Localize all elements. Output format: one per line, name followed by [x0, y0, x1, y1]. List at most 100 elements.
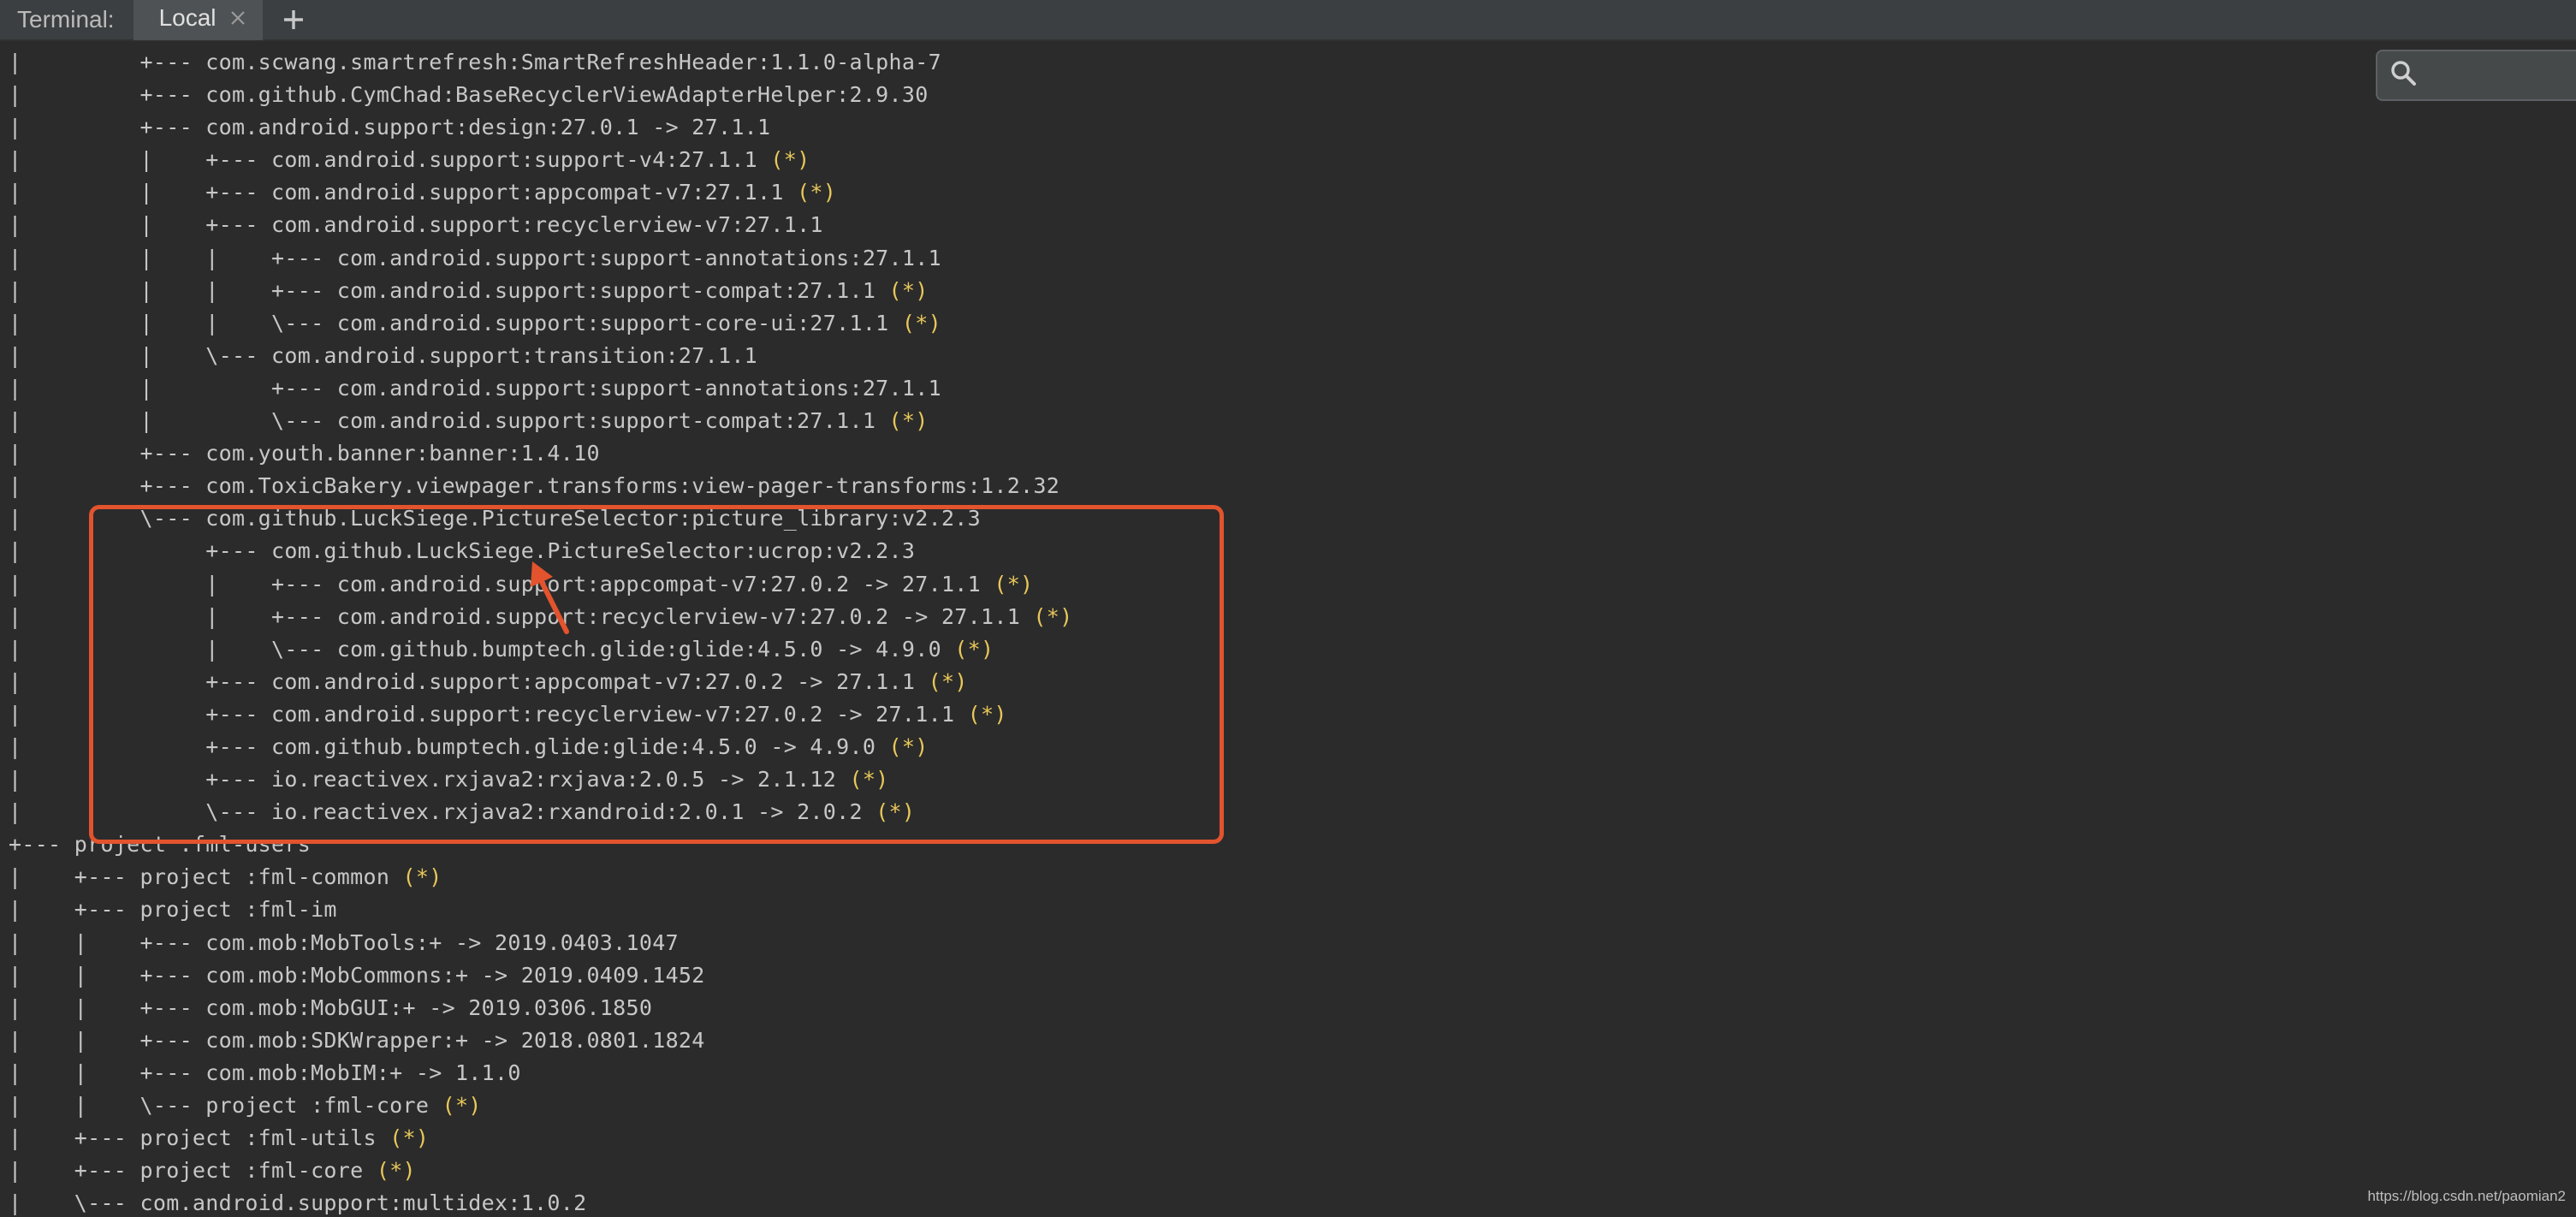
terminal-line: | +--- project :fml-im	[0, 893, 2576, 926]
terminal-line: | | \--- com.android.support:support-com…	[0, 405, 2576, 437]
terminal-line-text: | | +--- com.mob:MobCommons:+ -> 2019.04…	[9, 962, 705, 988]
terminal-line-text: | +--- com.youth.banner:banner:1.4.10	[9, 441, 600, 466]
terminal-line: | +--- com.android.support:recyclerview-…	[0, 698, 2576, 731]
search-box[interactable]	[2376, 50, 2576, 101]
terminal-line-text: | +--- com.android.support:recyclerview-…	[9, 701, 968, 727]
terminal-line: | +--- com.youth.banner:banner:1.4.10	[0, 437, 2576, 470]
terminal-line: | | | \--- com.android.support:support-c…	[0, 307, 2576, 340]
terminal-line: | +--- com.github.bumptech.glide:glide:4…	[0, 731, 2576, 763]
terminal-line-text: | +--- com.android.support:appcompat-v7:…	[9, 668, 929, 694]
terminal-line-text: | | +--- com.android.support:recyclervie…	[9, 212, 823, 238]
terminal-line: | | +--- com.android.support:recyclervie…	[0, 209, 2576, 241]
terminal-line-text: | | +--- com.android.support:appcompat-v…	[9, 180, 798, 205]
terminal-line: | | +--- com.mob:MobTools:+ -> 2019.0403…	[0, 927, 2576, 959]
terminal-line-text: | +--- project :fml-im	[9, 897, 337, 923]
terminal-output[interactable]: | +--- com.scwang.smartrefresh:SmartRefr…	[0, 46, 2576, 1217]
terminal-line: | | +--- com.android.support:support-v4:…	[0, 144, 2576, 176]
terminal-line-text: | | | +--- com.android.support:support-c…	[9, 277, 889, 303]
terminal-line-text: | | +--- com.mob:MobGUI:+ -> 2019.0306.1…	[9, 994, 653, 1020]
terminal-line: | | +--- com.mob:MobCommons:+ -> 2019.04…	[0, 959, 2576, 992]
terminal-line: | | +--- com.android.support:recyclervie…	[0, 601, 2576, 633]
search-icon	[2389, 59, 2419, 92]
terminal-line-text: | \--- com.android.support:multidex:1.0.…	[9, 1190, 587, 1216]
terminal-line-text: | +--- project :fml-utils	[9, 1125, 390, 1151]
terminal-line: | +--- project :fml-common (*)	[0, 861, 2576, 893]
terminal-line-text: | +--- project :fml-core	[9, 1158, 377, 1184]
terminal-line: | | +--- com.android.support:appcompat-v…	[0, 176, 2576, 209]
omitted-marker: (*)	[994, 571, 1034, 597]
terminal-line-text: | | \--- com.github.bumptech.glide:glide…	[9, 636, 955, 662]
terminal-line-text: | \--- com.github.LuckSiege.PictureSelec…	[9, 506, 981, 531]
omitted-marker: (*)	[888, 733, 929, 759]
terminal-line: | | +--- com.mob:MobGUI:+ -> 2019.0306.1…	[0, 992, 2576, 1024]
terminal-line: | | \--- com.android.support:transition:…	[0, 340, 2576, 372]
terminal-line: | | \--- com.github.bumptech.glide:glide…	[0, 633, 2576, 666]
terminal-line: | \--- com.github.LuckSiege.PictureSelec…	[0, 502, 2576, 535]
terminal-line-text: | | +--- com.mob:SDKWrapper:+ -> 2018.08…	[9, 1027, 705, 1053]
terminal-line-text: | +--- io.reactivex.rxjava2:rxjava:2.0.5…	[9, 767, 850, 793]
omitted-marker: (*)	[1033, 603, 1073, 629]
terminal-line: | | +--- com.android.support:appcompat-v…	[0, 568, 2576, 601]
tab-label: Local	[158, 4, 217, 31]
terminal-line: | +--- com.android.support:appcompat-v7:…	[0, 666, 2576, 698]
terminal-line: | +--- project :fml-core (*)	[0, 1155, 2576, 1187]
terminal-line: | | +--- com.mob:SDKWrapper:+ -> 2018.08…	[0, 1024, 2576, 1057]
terminal-line: | +--- com.github.CymChad:BaseRecyclerVi…	[0, 79, 2576, 111]
omitted-marker: (*)	[888, 277, 929, 303]
terminal-line: | +--- project :fml-utils (*)	[0, 1122, 2576, 1155]
plus-icon[interactable]	[270, 0, 318, 40]
tab-local[interactable]: Local	[133, 0, 263, 40]
terminal-line: | | +--- com.android.support:support-ann…	[0, 372, 2576, 405]
terminal-line: | +--- com.android.support:design:27.0.1…	[0, 111, 2576, 144]
terminal-line: | | | +--- com.android.support:support-c…	[0, 275, 2576, 307]
terminal-line-text: | | | +--- com.android.support:support-a…	[9, 245, 941, 270]
omitted-marker: (*)	[442, 1093, 482, 1118]
terminal-line-text: | | \--- project :fml-core	[9, 1093, 442, 1118]
terminal-line-text: | \--- io.reactivex.rxjava2:rxandroid:2.…	[9, 799, 876, 825]
terminal-line-text: | | \--- com.android.support:transition:…	[9, 342, 758, 368]
omitted-marker: (*)	[875, 799, 916, 825]
omitted-marker: (*)	[928, 668, 968, 694]
terminal-tab-bar: Terminal: Local	[0, 0, 2576, 41]
terminal-line-text: | +--- com.github.bumptech.glide:glide:4…	[9, 733, 889, 759]
terminal-label: Terminal:	[17, 6, 115, 33]
omitted-marker: (*)	[770, 147, 810, 173]
search-input[interactable]	[2425, 62, 2574, 88]
terminal-line-text: | +--- project :fml-common	[9, 864, 403, 890]
omitted-marker: (*)	[901, 310, 941, 335]
terminal-line: | \--- com.android.support:multidex:1.0.…	[0, 1187, 2576, 1217]
terminal-line: | +--- com.scwang.smartrefresh:SmartRefr…	[0, 46, 2576, 79]
omitted-marker: (*)	[402, 864, 442, 890]
terminal-line: | +--- com.ToxicBakery.viewpager.transfo…	[0, 470, 2576, 502]
omitted-marker: (*)	[888, 408, 929, 434]
terminal-line-text: | | +--- com.mob:MobTools:+ -> 2019.0403…	[9, 929, 679, 955]
terminal-line-text: | | +--- com.android.support:support-v4:…	[9, 147, 771, 173]
terminal-line-text: | +--- com.ToxicBakery.viewpager.transfo…	[9, 473, 1060, 499]
terminal-line: +--- project :fml-users	[0, 828, 2576, 861]
terminal-line-text: | | +--- com.mob:MobIM:+ -> 1.1.0	[9, 1060, 521, 1085]
terminal-line: | \--- io.reactivex.rxjava2:rxandroid:2.…	[0, 796, 2576, 828]
terminal-line-text: | | +--- com.android.support:appcompat-v…	[9, 571, 994, 597]
terminal-line: | | | +--- com.android.support:support-a…	[0, 242, 2576, 275]
terminal-line: | +--- com.github.LuckSiege.PictureSelec…	[0, 535, 2576, 567]
terminal-line-text: | +--- com.scwang.smartrefresh:SmartRefr…	[9, 50, 941, 74]
close-icon[interactable]	[229, 9, 247, 27]
watermark: https://blog.csdn.net/paomian2	[2367, 1188, 2566, 1204]
omitted-marker: (*)	[967, 701, 1007, 727]
terminal-line-text: | +--- com.github.CymChad:BaseRecyclerVi…	[9, 82, 929, 108]
terminal-line-text: | | | \--- com.android.support:support-c…	[9, 310, 902, 335]
omitted-marker: (*)	[797, 180, 837, 205]
terminal-line-text: | | +--- com.android.support:support-ann…	[9, 375, 941, 401]
terminal-line: | | +--- com.mob:MobIM:+ -> 1.1.0	[0, 1057, 2576, 1089]
omitted-marker: (*)	[389, 1125, 430, 1151]
omitted-marker: (*)	[376, 1158, 416, 1184]
omitted-marker: (*)	[954, 636, 994, 662]
terminal-line-text: | +--- com.github.LuckSiege.PictureSelec…	[9, 538, 916, 564]
terminal-line: | +--- io.reactivex.rxjava2:rxjava:2.0.5…	[0, 763, 2576, 796]
terminal-line-text: | | +--- com.android.support:recyclervie…	[9, 603, 1034, 629]
terminal-line-text: | +--- com.android.support:design:27.0.1…	[9, 115, 771, 140]
terminal-line: | | \--- project :fml-core (*)	[0, 1089, 2576, 1122]
terminal-line-text: | | \--- com.android.support:support-com…	[9, 408, 889, 434]
omitted-marker: (*)	[849, 767, 889, 793]
terminal-line-text: +--- project :fml-users	[9, 832, 312, 858]
